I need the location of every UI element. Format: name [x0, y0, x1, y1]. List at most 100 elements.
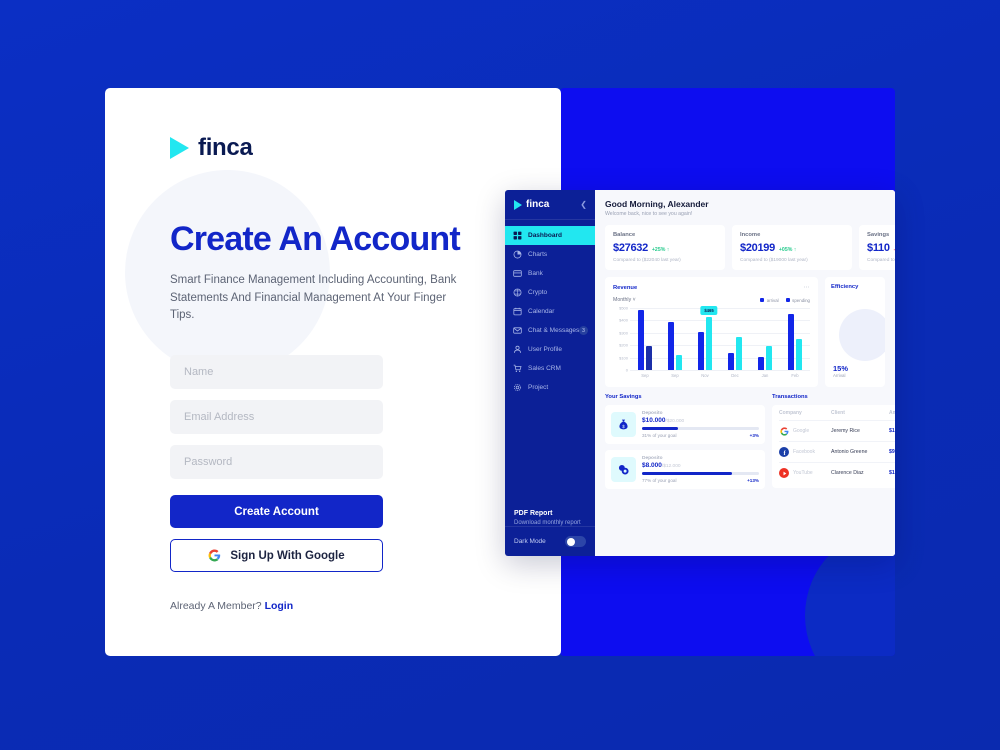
email-input[interactable] — [170, 400, 383, 435]
chevron-down-icon: ˅ — [632, 297, 636, 303]
revenue-chart-card: Revenue ⋯ Monthly ˅ arrival spending 0 $… — [605, 277, 818, 387]
dashboard-preview: finca ❮ Dashboard Charts Bank Crypto Cal… — [505, 190, 895, 556]
money-bag-icon: $ — [611, 412, 636, 437]
table-row[interactable]: f Facebook Antonio Greene $9... — [779, 441, 895, 462]
table-header-row: Company Client Amount — [779, 410, 895, 420]
dark-mode-toggle[interactable] — [565, 536, 586, 547]
brand-name: finca — [198, 134, 253, 161]
efficiency-ring — [839, 309, 885, 361]
google-icon — [779, 426, 789, 436]
greeting-title: Good Morning, Alexander — [605, 199, 709, 209]
table-row[interactable]: YouTube Clarence Diaz $1... — [779, 462, 895, 483]
efficiency-title: Efficiency — [831, 284, 859, 290]
chat-unread-badge: 3 — [579, 326, 588, 335]
stat-cards: Balance $27632 +25% ↑ Compared to ($2204… — [605, 225, 895, 270]
bar-spending: $465 — [700, 305, 718, 370]
x-axis: Sep Sep Nov Dec Jan Feb — [630, 370, 810, 380]
savings-goal: /$20.000 — [665, 419, 685, 424]
savings-progress-bar — [642, 427, 759, 430]
bar-arrival — [698, 331, 704, 370]
stat-compare: Compared to ($19000 last year) — [740, 258, 808, 263]
bar-spending — [676, 355, 682, 370]
bar-group — [758, 308, 772, 370]
savings-row[interactable]: $ Deposito $10.000/$20.000 31% of your g… — [605, 405, 765, 444]
x-tick-label: Nov — [701, 372, 709, 378]
stat-card-balance: Balance $27632 +25% ↑ Compared to ($2204… — [605, 225, 725, 270]
stat-label: Income — [740, 232, 761, 238]
savings-amount: $10.000 — [642, 417, 666, 424]
table-row[interactable]: Google Jeremy Rice $1... — [779, 420, 895, 441]
stat-card-income: Income $20199 +05% ↑ Compared to ($19000… — [732, 225, 852, 270]
brand-logo: finca — [170, 134, 496, 162]
revenue-plot: 0 $100 $200 $300 $400 $500 $465 Sep Sep Nov Dec J… — [613, 305, 810, 380]
company-name: YouTube — [793, 470, 813, 476]
stat-compare: Compared to ($22040 last year) — [613, 258, 681, 263]
play-triangle-icon — [170, 137, 189, 159]
member-text: Already A Member? — [170, 600, 262, 613]
savings-label: Deposito — [642, 411, 663, 416]
client-name: Jeremy Rice — [831, 428, 860, 434]
y-tick-label: $100 — [619, 355, 628, 361]
y-tick-label: $500 — [619, 305, 628, 311]
create-account-button[interactable]: Create Account — [170, 495, 383, 529]
bar-group — [638, 308, 652, 370]
legend-swatch — [760, 298, 765, 302]
bar-arrival — [758, 356, 764, 370]
savings-delta: +3% — [749, 433, 759, 438]
bar-group — [728, 308, 742, 370]
bar-group: $465 — [698, 305, 718, 370]
x-tick-label: Feb — [791, 372, 799, 378]
period-selector[interactable]: Monthly ˅ — [613, 297, 636, 303]
stat-delta: +25% ↑ — [651, 247, 670, 253]
password-input[interactable] — [170, 445, 383, 480]
more-dots-icon[interactable]: ⋯ — [804, 284, 811, 291]
toggle-knob — [566, 537, 575, 546]
amount-value: $9... — [889, 449, 895, 455]
column-header-company: Company — [779, 410, 802, 416]
efficiency-percent: 15% — [833, 364, 849, 373]
savings-delta: +13% — [747, 478, 759, 483]
column-header-amount: Amount — [889, 410, 895, 416]
bar-arrival — [728, 352, 734, 370]
legend-swatch — [785, 298, 790, 302]
amount-value: $1... — [889, 470, 895, 476]
bar-arrival — [638, 310, 644, 370]
bar-arrival — [668, 322, 674, 370]
savings-percent-text: 77% of your goal — [642, 478, 677, 483]
greeting-subtitle: Welcome back, nice to see you again! — [605, 211, 693, 217]
login-link[interactable]: Login — [265, 600, 294, 612]
transactions-table: Company Client Amount Google Jer — [772, 405, 895, 488]
chart-tooltip: $465 — [700, 305, 718, 315]
bottom-row: Your Savings $ Deposito $10.000/$20.000 — [605, 394, 895, 495]
bar-spending — [796, 339, 802, 370]
savings-label: Deposito — [642, 456, 663, 461]
stat-delta: -12% ↓ — [894, 247, 895, 253]
google-signup-label: Sign Up With Google — [230, 549, 345, 562]
savings-percent-text: 31% of your goal — [642, 433, 677, 438]
bar-arrival — [788, 313, 794, 370]
stat-card-savings: Savings $110 -12% ↓ Compared to ($210 la… — [859, 225, 895, 270]
savings-progress-fill — [642, 472, 733, 475]
efficiency-card: Efficiency 15% Arrival — [825, 277, 885, 387]
legend-item-arrival: arrival — [760, 297, 779, 303]
y-tick-label: $400 — [619, 317, 628, 323]
name-input[interactable] — [170, 355, 383, 390]
member-prompt: Already A Member? Login — [170, 600, 496, 612]
x-tick-label: Sep — [671, 372, 679, 378]
legend-label: arrival — [766, 297, 779, 303]
x-tick-label: Dec — [731, 372, 739, 378]
coins-icon — [611, 457, 636, 482]
savings-row[interactable]: Deposito $8.000/$12.000 77% of your goal… — [605, 450, 765, 489]
facebook-icon: f — [779, 447, 789, 457]
y-axis: 0 $100 $200 $300 $400 $500 — [613, 305, 630, 373]
chevron-left-icon[interactable]: ❮ — [580, 200, 587, 209]
google-icon — [208, 549, 221, 562]
google-signup-button[interactable]: Sign Up With Google — [170, 539, 383, 573]
stat-compare: Compared to ($210 last year) — [867, 258, 895, 263]
stat-label: Balance — [613, 232, 636, 238]
y-tick-label: $300 — [619, 330, 628, 336]
revenue-title: Revenue — [613, 284, 638, 291]
bar-spending — [736, 337, 742, 370]
savings-amount: $8.000 — [642, 462, 662, 469]
stat-label: Savings — [867, 232, 890, 238]
